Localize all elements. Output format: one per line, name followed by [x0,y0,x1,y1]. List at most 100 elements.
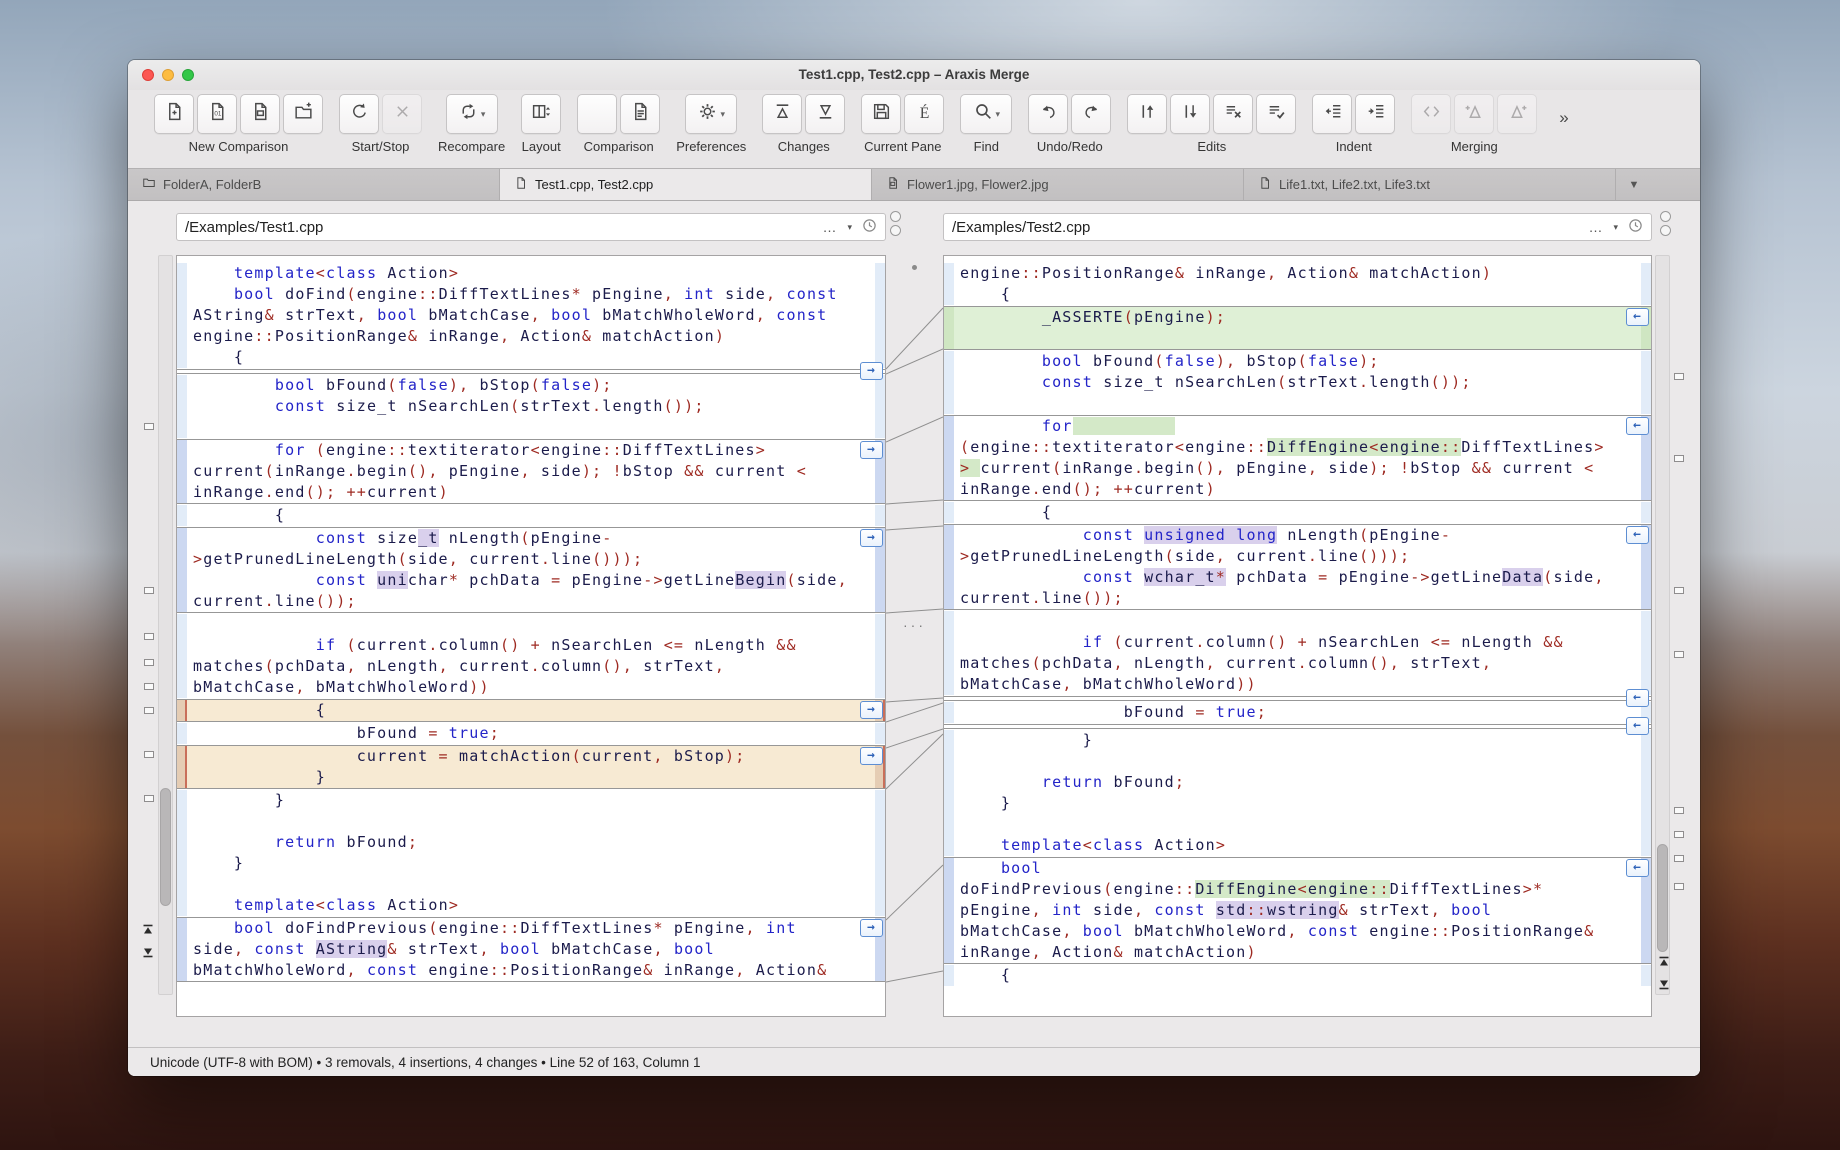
redo-button[interactable] [1071,94,1112,134]
overview-change-marker[interactable] [1674,855,1684,862]
zoom-button[interactable] [182,69,194,81]
overview-change-marker[interactable] [1674,883,1684,890]
code-line: { [193,701,326,719]
file-path-field-right[interactable]: /Examples/Test2.cpp … ▾ [943,213,1652,241]
path-menu-icon[interactable]: … [822,219,837,235]
comparison-summary-button[interactable] [577,94,618,134]
path-dropdown-icon[interactable]: ▾ [847,222,852,233]
merge-change-arrow-button[interactable]: → [860,747,883,765]
tab-3[interactable]: Flower1.jpg, Flower2.jpg [872,169,1244,200]
merge-change-arrow-button[interactable]: → [860,919,883,937]
goto-first-change-button[interactable] [1656,955,1671,969]
pane-link-radio[interactable] [1660,211,1671,222]
remove-edits-button[interactable] [1213,94,1254,134]
merge-change-arrow-button[interactable]: → [860,529,883,547]
pane-link-radio[interactable] [890,225,901,236]
pane-link-radio[interactable] [1660,225,1671,236]
merge-change-arrow-button[interactable]: ← [1626,689,1649,707]
merge-change-arrow-button[interactable]: ← [1626,859,1649,877]
undo-button[interactable] [1028,94,1069,134]
merge-change-arrow-button[interactable]: → [860,701,883,719]
overview-change-marker[interactable] [144,795,154,802]
tab-1[interactable]: FolderA, FolderB [128,169,500,200]
previous-change-button[interactable] [762,94,803,134]
overview-change-marker[interactable] [144,751,154,758]
more-changes-indicator[interactable]: ··· [903,617,926,633]
accept-edits-button[interactable] [1256,94,1297,134]
new-binary-comparison-button[interactable]: 01 [197,94,237,134]
overview-change-marker[interactable] [144,633,154,640]
last-edit-button[interactable] [1170,94,1211,134]
code-line: doFindPrevious(engine::DiffEngine<engine… [960,880,1544,898]
first-edit-button[interactable] [1127,94,1168,134]
code-line: current.line()); [193,592,357,610]
path-menu-icon[interactable]: … [1588,219,1603,235]
find-button[interactable]: ▾ [960,94,1013,134]
scrollbar-thumb[interactable] [160,788,171,906]
close-button[interactable] [142,69,154,81]
merge-change-arrow-button[interactable]: ← [1626,308,1649,326]
overview-change-marker[interactable] [144,659,154,666]
doc-report-icon [630,101,651,127]
overview-change-marker[interactable] [1674,373,1684,380]
minimize-button[interactable] [162,69,174,81]
merge-both-button [1411,94,1452,134]
merge-change-arrow-button[interactable]: → [860,441,883,459]
diff-block-same: bFound = true; [944,702,1651,723]
toolbar-overflow-button[interactable]: » [1559,108,1569,128]
merge-change-arrow-button[interactable]: ← [1626,717,1649,735]
scrollbar-thumb[interactable] [1657,844,1668,952]
new-text-comparison-button[interactable] [154,94,194,134]
overview-strip-left[interactable] [128,255,176,1017]
overview-change-marker[interactable] [144,683,154,690]
new-folder-comparison-button[interactable] [283,94,323,134]
merge-change-arrow-button[interactable]: → [860,362,883,380]
outdent-button[interactable] [1312,94,1353,134]
history-icon[interactable] [1628,218,1643,237]
recompare-button[interactable]: ▾ [445,94,498,134]
indent-button[interactable] [1355,94,1396,134]
save-button[interactable] [861,94,902,134]
overview-change-marker[interactable] [144,423,154,430]
pane-link-radio[interactable] [890,211,901,222]
doc-icon [514,176,528,193]
diff-block-same: } return bFound; } template<class Action… [944,730,1651,856]
overview-change-marker[interactable] [1674,807,1684,814]
next-change-button[interactable] [805,94,846,134]
merge-change-arrow-button[interactable]: ← [1626,526,1649,544]
code-pane-right[interactable]: engine::PositionRange& inRange, Action& … [943,255,1652,1017]
overview-change-marker[interactable] [1674,587,1684,594]
goto-last-change-button[interactable] [140,945,155,959]
history-icon[interactable] [862,218,877,237]
overview-change-marker[interactable] [1674,831,1684,838]
overview-strip-right[interactable] [1652,255,1700,1017]
code-line: matches(pchData, nLength, current.column… [960,654,1493,672]
code-line: const size_t nLength(pEngine- [315,529,613,547]
scrollbar-track[interactable] [1655,255,1670,995]
new-image-comparison-button[interactable] [240,94,280,134]
goto-last-change-button[interactable] [1656,977,1671,991]
file-path-field-left[interactable]: /Examples/Test1.cpp … ▾ [176,213,886,241]
comparison-report-button[interactable] [620,94,661,134]
path-dropdown-icon[interactable]: ▾ [1613,222,1618,233]
code-line: { [960,966,1012,984]
accent-e-icon: É [914,101,935,127]
encoding-button[interactable]: É [904,94,945,134]
overview-change-marker[interactable] [144,587,154,594]
tab-4[interactable]: Life1.txt, Life2.txt, Life3.txt [1244,169,1616,200]
tab-2[interactable]: Test1.cpp, Test2.cpp [500,169,872,200]
start-button[interactable] [339,94,379,134]
overview-change-marker[interactable] [144,707,154,714]
code-line: current(inRange.begin(), pEngine, side);… [193,462,807,480]
goto-first-change-button[interactable] [140,923,155,937]
doc-binary-icon: 01 [207,101,228,127]
overview-change-marker[interactable] [1674,455,1684,462]
code-pane-left[interactable]: template<class Action> bool doFind(engin… [176,255,886,1017]
preferences-button[interactable]: ▾ [685,94,738,134]
overview-change-marker[interactable] [1674,651,1684,658]
merge-change-arrow-button[interactable]: ← [1626,417,1649,435]
layout-button[interactable] [521,94,562,134]
tab-list-dropdown-button[interactable]: ▼ [1616,169,1652,200]
toolbar-group-recompare: ▾ Recompare [438,94,505,154]
scrollbar-track[interactable] [158,255,173,995]
